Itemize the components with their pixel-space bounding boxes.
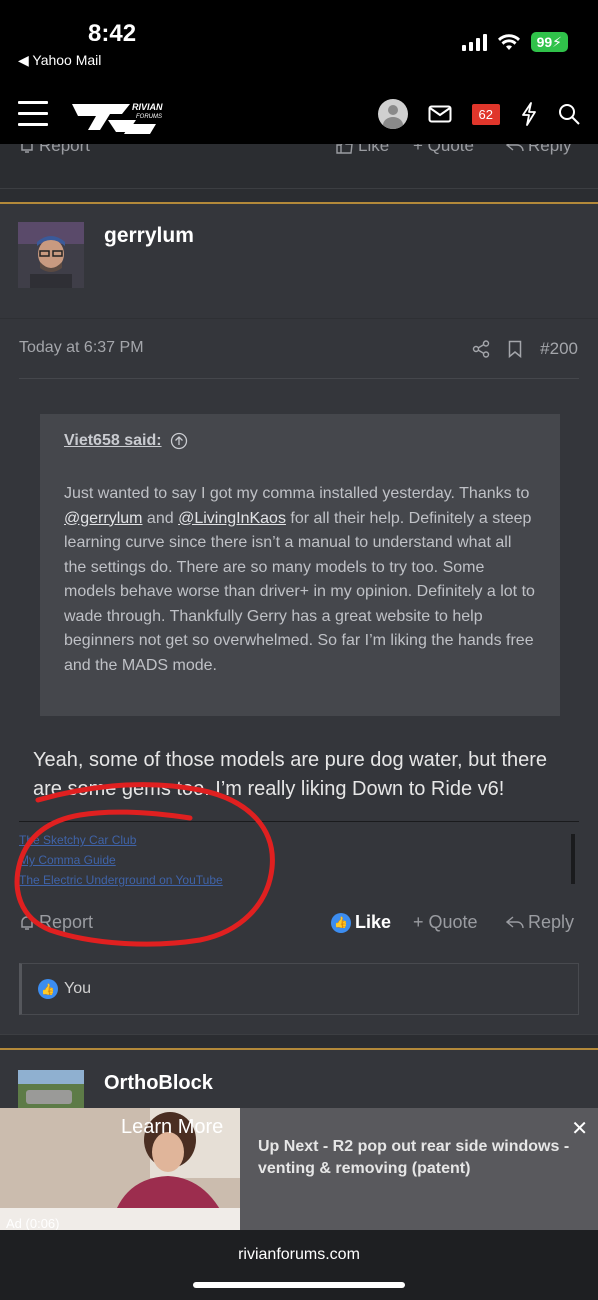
reactions-bar[interactable]: 👍 You (19, 963, 579, 1015)
post-username[interactable]: OrthoBlock (104, 1072, 213, 1095)
signature-link[interactable]: The Electric Underground on YouTube (19, 870, 223, 890)
svg-text:FORUMS: FORUMS (136, 114, 162, 120)
quote-line-3: Definitely a steep learning curve since … (64, 509, 535, 674)
report-label: Report (39, 912, 94, 932)
quote-button[interactable]: + Quote (413, 144, 474, 156)
previous-post-actions: Report Like + Quote Reply (0, 144, 598, 166)
learn-more-button[interactable]: Learn More (121, 1116, 223, 1139)
url-text[interactable]: rivianforums.com (0, 1246, 598, 1264)
quote-line-1: Just wanted to say I got my comma instal… (64, 485, 455, 502)
quote-author-label: Viet658 said: (64, 432, 162, 449)
user-photo (18, 1070, 84, 1108)
post-timestamp[interactable]: Today at 6:37 PM (19, 339, 144, 357)
quote-author-link[interactable]: Viet658 said: (64, 432, 188, 450)
reactions-text: You (64, 980, 91, 997)
cellular-signal-icon (461, 33, 487, 51)
inbox-icon[interactable] (428, 105, 452, 123)
whats-new-bolt-icon[interactable] (520, 102, 538, 126)
divider (0, 1034, 598, 1035)
ad-timer: (0:06) (25, 1216, 60, 1230)
user-avatar[interactable] (18, 222, 84, 288)
close-icon[interactable]: ✕ (571, 1116, 588, 1141)
quote-text-segment: Thanks to (459, 485, 530, 502)
back-to-app-link[interactable]: ◀ Yahoo Mail (18, 52, 101, 69)
like-label: Like (358, 144, 390, 155)
post-actions: Report 👍 Like + Quote Reply (0, 912, 598, 942)
signature-link[interactable]: The Sketchy Car Club (19, 830, 223, 850)
up-next-headline[interactable]: Up Next - R2 pop out rear side windows -… (258, 1136, 578, 1180)
report-button[interactable]: Report (19, 144, 90, 156)
quote-button[interactable]: + Quote (413, 912, 478, 933)
next-post-container (0, 1050, 598, 1108)
like-label: Like (355, 912, 392, 932)
reply-arrow-icon (506, 915, 524, 928)
quote-text: Just wanted to say I got my comma instal… (64, 482, 536, 678)
quote-block: Viet658 said: Just wanted to say I got m… (40, 414, 560, 716)
reply-button[interactable]: Reply (506, 144, 571, 156)
wifi-icon (497, 34, 520, 50)
account-avatar-icon[interactable] (377, 99, 408, 129)
rivian-forums-logo[interactable]: RIVIAN FORUMS (70, 96, 170, 138)
battery-level: 99 (536, 34, 553, 50)
site-navbar: RIVIAN FORUMS 62 (0, 88, 598, 144)
like-button[interactable]: Like (336, 144, 389, 156)
thumbs-up-icon (336, 144, 353, 154)
post-number-link[interactable]: #200 (540, 339, 578, 359)
ad-label: Ad (0:06) (6, 1216, 60, 1230)
svg-text:RIVIAN: RIVIAN (132, 102, 163, 112)
status-time: 8:42 (88, 20, 137, 47)
menu-icon[interactable] (18, 101, 48, 127)
bookmark-icon[interactable] (508, 340, 522, 358)
report-button[interactable]: Report (19, 912, 93, 933)
alerts-count-badge[interactable]: 62 (471, 103, 500, 125)
report-label: Report (39, 144, 91, 155)
user-avatar[interactable] (18, 1070, 84, 1108)
thumbs-up-icon: 👍 (331, 912, 351, 933)
reply-button[interactable]: Reply (506, 912, 574, 933)
post-username[interactable]: gerrylum (104, 224, 194, 248)
mention-link[interactable]: @LivingInKaos (178, 510, 286, 527)
bell-icon (21, 144, 33, 153)
share-icon[interactable] (472, 340, 490, 358)
battery-icon: 99⚡ (530, 32, 568, 52)
signature-scrollbar[interactable] (571, 834, 575, 884)
video-ad[interactable]: Learn More Ad (0:06) Up Next - R2 pop ou… (0, 1108, 598, 1230)
ad-tag: Ad (6, 1216, 22, 1230)
post-body: Yeah, some of those models are pure dog … (33, 749, 548, 800)
divider (0, 318, 598, 319)
thumbs-up-icon: 👍 (38, 979, 58, 999)
reply-label: Reply (528, 144, 572, 155)
reply-label: Reply (528, 912, 575, 932)
like-button[interactable]: 👍 Like (331, 912, 391, 933)
bell-icon (21, 915, 33, 930)
search-icon[interactable] (558, 103, 580, 125)
home-indicator[interactable] (193, 1282, 405, 1288)
quote-text-segment: for all their help. (285, 509, 405, 527)
divider (19, 378, 579, 379)
status-bar: 8:42 ◀ Yahoo Mail 99⚡ (0, 0, 598, 88)
divider (0, 188, 598, 189)
ad-thumbnail[interactable]: Learn More Ad (0:06) (0, 1108, 240, 1230)
signature-link[interactable]: My Comma Guide (19, 850, 223, 870)
user-photo (18, 222, 84, 288)
quote-label: + Quote (413, 912, 478, 932)
mention-link[interactable]: @gerrylum (64, 510, 142, 527)
arrow-up-circle-icon (170, 432, 187, 450)
quote-text-segment: and (142, 509, 179, 527)
signature: The Sketchy Car Club My Comma Guide The … (19, 830, 223, 890)
browser-address-bar: rivianforums.com (0, 1230, 598, 1300)
thread-content: Report Like + Quote Reply gerrylum Today… (0, 144, 598, 1108)
reply-arrow-icon (506, 144, 524, 152)
signature-divider (19, 821, 579, 822)
quote-label: + Quote (413, 144, 474, 155)
